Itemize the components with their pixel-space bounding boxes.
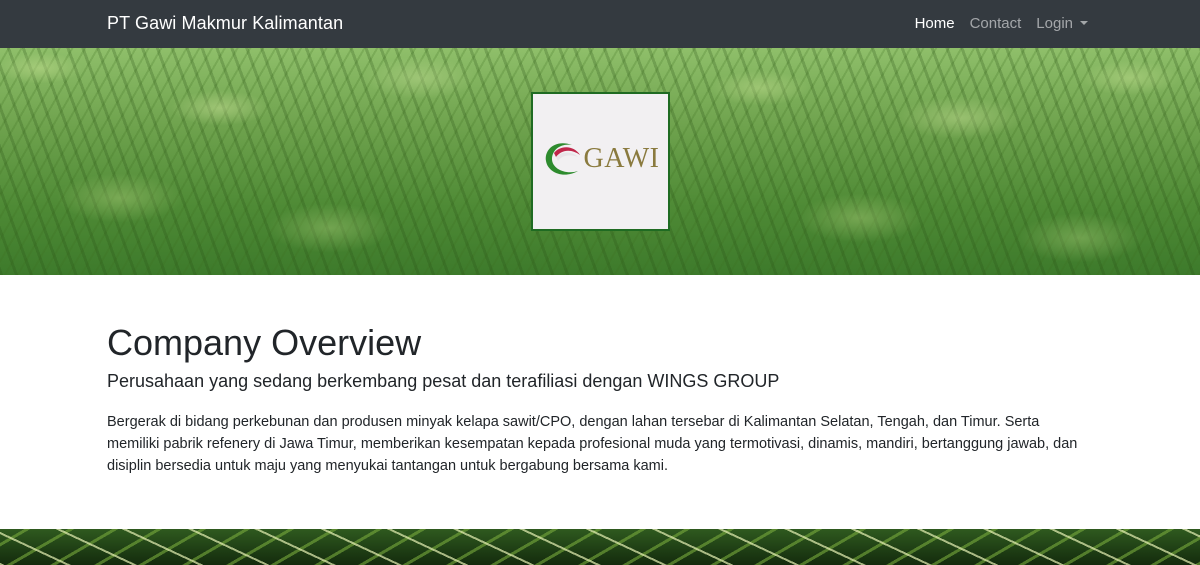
caret-down-icon: [1080, 21, 1088, 25]
nav-login-dropdown[interactable]: Login: [1036, 15, 1088, 32]
logo-wordmark: GAWI: [583, 142, 660, 174]
overview-paragraph: Bergerak di bidang perkebunan dan produs…: [107, 414, 1078, 474]
nav-login-label: Login: [1036, 15, 1073, 32]
gawi-swoosh-icon: [545, 142, 580, 175]
palm-image-strip: [0, 529, 1200, 565]
logo-inner: GAWI: [542, 137, 660, 181]
nav-links: Home Contact Login: [915, 15, 1088, 32]
page-title: Company Overview: [107, 322, 422, 363]
nav-home-link[interactable]: Home: [915, 15, 955, 32]
hero-banner: GAWI: [0, 48, 1200, 275]
nav-contact-link[interactable]: Contact: [970, 15, 1022, 32]
company-logo: GAWI: [531, 92, 670, 231]
brand-link[interactable]: PT Gawi Makmur Kalimantan: [107, 13, 343, 34]
lead-text: Perusahaan yang sedang berkembang pesat …: [107, 371, 780, 391]
top-navbar: PT Gawi Makmur Kalimantan Home Contact L…: [0, 0, 1200, 48]
